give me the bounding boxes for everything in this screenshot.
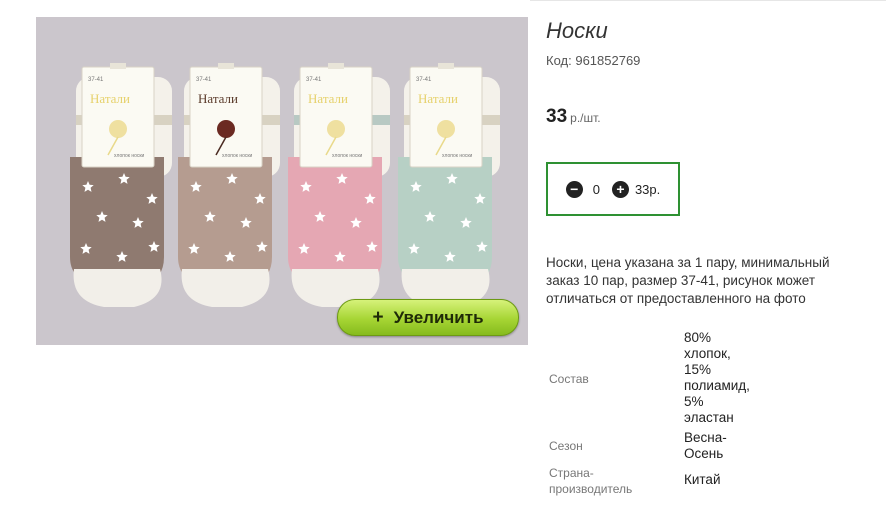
label-size: 37-41: [306, 77, 322, 83]
product-title: Носки: [546, 18, 608, 43]
label-size: 37-41: [196, 77, 212, 83]
rose-icon: [327, 120, 345, 138]
label-hanger: [218, 63, 234, 69]
product-code-label: Код:: [546, 53, 572, 68]
property-label-composition: Состав: [549, 372, 589, 386]
label-size: 37-41: [88, 77, 104, 83]
sock-body: [70, 157, 164, 285]
sock-foot: [181, 269, 270, 307]
plus-icon: +: [372, 306, 384, 328]
season-line: Осень: [684, 446, 724, 461]
price-unit: р./шт.: [570, 111, 601, 125]
product-price: 33 р./шт.: [546, 106, 601, 128]
zoom-button[interactable]: + Увеличить: [337, 299, 519, 336]
quantity-stepper: − 0 + 33р.: [546, 162, 680, 216]
label-small-print: хлопок носки: [222, 153, 253, 159]
label-small-print: хлопок носки: [114, 153, 145, 159]
price-value: 33: [546, 106, 568, 127]
product-image[interactable]: 37-41 Натали хлопок носки 37-41 Натали хлопок…: [36, 17, 528, 345]
brand-logo: Натали: [308, 91, 348, 106]
label-size: 37-41: [416, 77, 432, 83]
country-label-line: Страна-: [549, 466, 594, 480]
cart-total: 33р.: [634, 181, 661, 197]
composition-line: 80%: [684, 330, 712, 345]
sock-body: [178, 157, 272, 285]
brand-logo: Натали: [418, 91, 458, 106]
quantity-value: 0: [592, 181, 600, 197]
brand-logo: Натали: [198, 91, 238, 106]
sock-foot: [73, 269, 162, 307]
label-small-print: хлопок носки: [332, 153, 363, 159]
label-hanger: [328, 63, 344, 69]
property-value-composition: 80% хлопок, 15% полиамид, 5% эластан: [684, 330, 750, 426]
country-label-line: производитель: [549, 482, 633, 496]
composition-line: 5%: [684, 394, 704, 409]
brand-logo: Натали: [90, 91, 130, 106]
sock-body: [398, 157, 492, 285]
composition-line: полиамид,: [684, 378, 750, 393]
rose-icon: [217, 120, 235, 138]
rose-icon: [437, 120, 455, 138]
product-code: Код: 961852769: [546, 53, 640, 68]
zoom-button-label: Увеличить: [393, 307, 484, 327]
minus-circle-icon[interactable]: −: [565, 180, 583, 198]
label-hanger: [110, 63, 126, 69]
property-label-season: Сезон: [549, 439, 583, 453]
sock-body: [288, 157, 382, 285]
property-label-country: Страна- производитель: [549, 465, 632, 497]
rose-icon: [109, 120, 127, 138]
property-value-country: Китай: [684, 472, 721, 487]
composition-line: 15%: [684, 362, 712, 377]
season-line: Весна-: [684, 430, 727, 445]
plus-circle-icon[interactable]: +: [611, 180, 629, 198]
product-code-value: 961852769: [575, 53, 641, 68]
socks-illustration: 37-41 Натали хлопок носки 37-41 Натали хлопок…: [70, 63, 500, 307]
product-description: Носки, цена указана за 1 пару, минимальн…: [546, 255, 830, 306]
top-divider: [530, 0, 886, 1]
composition-line: эластан: [684, 410, 734, 425]
composition-line: хлопок,: [684, 346, 731, 361]
label-hanger: [438, 63, 454, 69]
label-small-print: хлопок носки: [442, 153, 473, 159]
property-value-season: Весна- Осень: [684, 430, 727, 462]
